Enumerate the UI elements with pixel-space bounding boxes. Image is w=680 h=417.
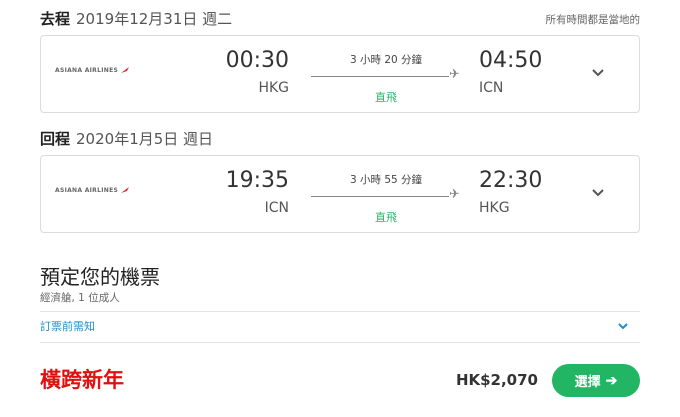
booking-title: 預定您的機票 (40, 265, 160, 289)
chevron-down-icon[interactable] (591, 68, 605, 78)
promo-text: 橫跨新年 (40, 368, 124, 392)
return-date: 2020年1月5日 週日 (76, 129, 214, 148)
stops-label: 直飛 (375, 211, 397, 224)
airline-logo: ASIANA AIRLINES (55, 186, 130, 194)
return-header: 回程 2020年1月5日 週日 (40, 127, 213, 149)
outbound-label: 去程 (40, 9, 71, 28)
stops-label: 直飛 (375, 91, 397, 104)
airline-name: ASIANA AIRLINES (55, 186, 119, 194)
route-line (311, 196, 449, 197)
plane-icon: ✈ (449, 187, 460, 202)
select-button[interactable]: 選擇 ➔ (552, 364, 640, 397)
booking-notice-link[interactable]: 訂票前需知 (40, 318, 95, 334)
divider (40, 342, 640, 343)
booking-subtitle: 經濟艙, 1 位成人 (40, 292, 120, 304)
depart-airport: HKG (258, 80, 289, 96)
arrive-airport: HKG (479, 200, 510, 216)
airline-logo: ASIANA AIRLINES (55, 66, 130, 74)
arrive-time: 22:30 (479, 168, 543, 193)
arrive-airport: ICN (479, 80, 504, 96)
depart-airport: ICN (264, 200, 289, 216)
airline-wing-icon (121, 187, 130, 193)
outbound-date: 2019年12月31日 週二 (76, 9, 233, 28)
return-label: 回程 (40, 129, 71, 148)
chevron-down-icon[interactable] (591, 188, 605, 198)
price: HK$2,070 (455, 371, 538, 389)
divider (40, 311, 640, 312)
return-flight-card[interactable]: ASIANA AIRLINES 19:35 ICN 3 小時 55 分鐘 ✈ 直… (40, 155, 640, 233)
outbound-flight-card[interactable]: ASIANA AIRLINES 00:30 HKG 3 小時 20 分鐘 ✈ 直… (40, 35, 640, 113)
arrow-right-icon: ➔ (605, 372, 618, 388)
arrive-time: 04:50 (479, 48, 543, 73)
flight-duration: 3 小時 55 分鐘 (349, 174, 423, 186)
chevron-down-icon[interactable] (617, 322, 629, 330)
plane-icon: ✈ (449, 67, 460, 82)
flight-duration: 3 小時 20 分鐘 (349, 54, 423, 66)
airline-name: ASIANA AIRLINES (55, 66, 119, 74)
depart-time: 00:30 (225, 48, 289, 73)
select-button-label: 選擇 (574, 374, 601, 389)
airline-wing-icon (121, 67, 130, 73)
timezone-note: 所有時間都是當地的 (545, 14, 641, 26)
depart-time: 19:35 (225, 168, 289, 193)
outbound-header: 去程 2019年12月31日 週二 (40, 7, 232, 29)
route-line (311, 76, 449, 77)
